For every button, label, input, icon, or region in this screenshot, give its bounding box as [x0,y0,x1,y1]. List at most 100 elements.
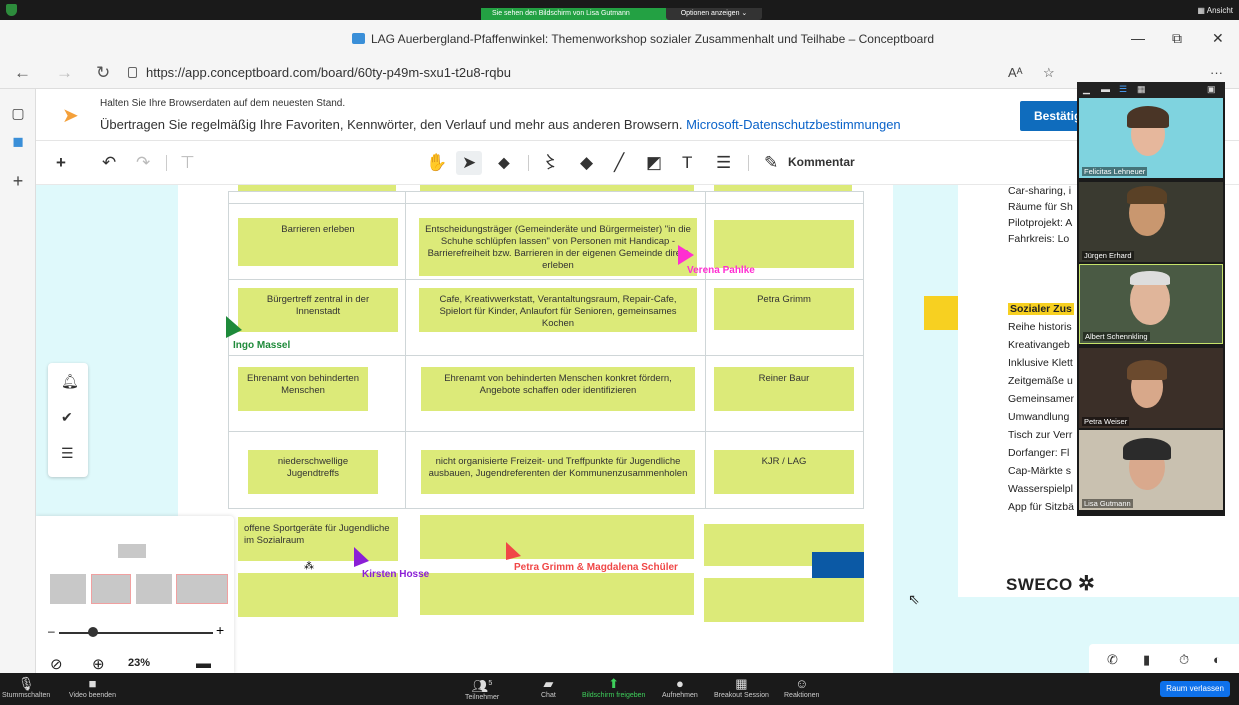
conceptboard-canvas[interactable]: + ↶ ↷ ⊤ ✋ ➤ ⬥ 〻 ◆ ╱ ◩ T ☰ ✎ Kommentar Ba… [36,141,1239,673]
read-aloud-icon[interactable]: Aᴬ [1008,65,1023,80]
sticky-note[interactable]: niederschwellige Jugendtreffs [248,450,378,494]
sweco-logo: SWECO ✲ [1006,571,1095,596]
video-label: Video beenden [69,692,116,699]
add-icon[interactable]: + [56,153,66,173]
participant-tile[interactable]: Lisa Gutmann [1079,430,1223,510]
sticky-note[interactable] [420,573,694,615]
comment-icon[interactable]: ✎ [764,153,778,173]
minimize-button[interactable]: — [1131,30,1145,46]
undo-icon[interactable]: ↶ [102,153,116,173]
url-field[interactable]: https://app.conceptboard.com/board/60ty-… [146,65,511,80]
strip-view-icon[interactable]: ▬ [1101,84,1110,94]
eraser-icon[interactable]: ⬥ [498,153,510,173]
sticky-note[interactable]: Cafe, Kreativwerkstatt, Verantaltungsrau… [419,288,697,332]
speaker-view-icon[interactable]: ☰ [1119,84,1127,95]
privacy-link[interactable]: Microsoft-Datenschutzbestimmungen [686,117,901,132]
breakout-button[interactable]: ▦ Breakout Session [714,676,769,699]
sticky-note[interactable]: Ehrenamt von behinderten Menschen [238,367,368,411]
new-tab-icon[interactable]: + [10,172,26,190]
pen-icon[interactable]: 〻 [542,153,559,173]
participant-tile[interactable]: Petra Weiser [1079,348,1223,428]
cursor-label-verena: Verena Pahlke [687,265,755,276]
participant-tile[interactable]: Felicitas Lehneuer [1079,98,1223,178]
mute-button[interactable]: 🎙︎ Stummschalten [2,676,50,699]
list-icon[interactable]: ☰ [61,445,74,462]
minimize-strip-icon[interactable]: ▁ [1083,84,1090,95]
minimap-page[interactable] [91,574,131,604]
options-button[interactable]: Optionen anzeigen ⌄ [666,8,762,20]
minimap-page[interactable] [136,574,172,604]
gallery-view-icon[interactable]: ▦ [1137,84,1146,95]
format-painter-icon[interactable]: ⊤ [180,153,195,173]
reactions-button[interactable]: ☺ Reaktionen [784,676,819,699]
minimap-page[interactable] [50,574,86,604]
redo-icon[interactable]: ↷ [136,153,150,173]
minimap-viewport[interactable] [176,574,228,604]
lock-icon[interactable] [128,67,137,78]
restore-button[interactable]: ⧉ [1172,30,1182,47]
cursor-label-ingo: Ingo Massel [233,340,291,351]
conceptboard-tab-icon[interactable]: ◼ [10,133,26,149]
sticky-note[interactable] [714,185,852,191]
board-toolbar: + ↶ ↷ ⊤ ✋ ➤ ⬥ 〻 ◆ ╱ ◩ T ☰ ✎ Kommentar [36,141,1239,185]
presentation-icon[interactable]: ▬ [196,655,211,672]
select-tool-icon[interactable]: ➤ [456,151,483,175]
sticky-note-icon[interactable]: ☰ [716,153,731,173]
sticky-note[interactable]: Entscheidungsträger (Gemeinderäte und Bü… [419,218,697,276]
sticky-note[interactable]: Bürgertreff zentral in der Innenstadt [238,288,398,332]
stop-video-button[interactable]: ■ Video beenden [69,676,116,699]
participant-video-strip: ▁ ▬ ☰ ▦ ▣ Felicitas Lehneuer Jürgen Erha… [1077,82,1225,516]
compass-icon[interactable]: ⊘ [50,655,63,673]
zoom-slider-knob[interactable] [88,627,98,637]
zoom-in-icon[interactable]: + [216,622,224,638]
back-icon[interactable]: ← [14,63,31,83]
bell-icon[interactable]: 🔔︎ [61,373,79,390]
leave-meeting-button[interactable]: Raum verlassen [1160,681,1230,697]
check-circle-icon[interactable]: ✔ [61,409,73,426]
sticky-note[interactable]: offene Sportgeräte für Jugendliche im So… [238,517,398,561]
chat-bubble-icon[interactable]: ◐ [1213,652,1221,667]
participants-button[interactable]: 👥︎5 Teilnehmer [465,676,499,701]
text-tool-icon[interactable]: T [682,153,692,173]
minimap-page[interactable] [118,544,146,558]
zoom-out-icon[interactable]: – [48,624,55,638]
sticky-note[interactable]: KJR / LAG [714,450,854,494]
expand-icon[interactable]: ▣ [1207,84,1216,95]
forward-icon[interactable]: → [56,63,73,83]
sticky-note[interactable] [704,578,864,622]
record-button[interactable]: ● Aufnehmen [662,676,698,699]
sticky-note[interactable] [714,220,854,268]
browser-sidebar: ▢ ◼ + [0,89,36,673]
sticky-note[interactable] [420,515,694,559]
timer-icon[interactable]: ⏱ [1179,652,1189,668]
sticky-note[interactable] [238,185,396,191]
tab-actions-icon[interactable]: ▢ [10,105,26,121]
marker-icon[interactable]: ◆ [580,153,593,173]
sticky-note[interactable]: nicht organisierte Freizeit- und Treffpu… [421,450,695,494]
participant-tile-active[interactable]: Albert Schennkling [1079,264,1223,344]
chat-button[interactable]: ▰ Chat [541,676,556,699]
refresh-icon[interactable]: ↻ [96,63,110,83]
hand-tool-icon[interactable]: ✋ [426,153,447,173]
line-icon[interactable]: ╱ [614,153,624,173]
sticky-note[interactable]: Reiner Baur [714,367,854,411]
record-icon: ● [675,676,684,691]
sticky-note[interactable]: Ehrenamt von behinderten Menschen konkre… [421,367,695,411]
close-button[interactable]: ✕ [1212,30,1224,47]
shapes-icon[interactable]: ◩ [646,153,662,173]
pages-icon[interactable]: ▮ [1143,652,1150,668]
more-menu-icon[interactable]: ··· [1210,65,1223,80]
view-button[interactable]: ▦ Ansicht [1197,6,1233,15]
sticky-note[interactable] [420,185,694,191]
comment-button-label[interactable]: Kommentar [788,155,855,169]
yellow-square [924,296,958,330]
zoom-fit-icon[interactable]: ⊕ [92,655,105,673]
share-screen-button[interactable]: ⬆ Bildschirm freigeben [582,676,645,699]
favorite-star-icon[interactable]: ☆ [1043,65,1055,81]
sticky-note[interactable]: Barrieren erleben [238,218,398,266]
participant-tile[interactable]: Jürgen Erhard [1079,182,1223,262]
sticky-note[interactable]: Petra Grimm [714,288,854,330]
zoom-slider[interactable] [59,632,213,634]
confirm-button[interactable]: Bestätig [1020,101,1081,131]
phone-icon[interactable]: ✆ [1107,652,1118,668]
